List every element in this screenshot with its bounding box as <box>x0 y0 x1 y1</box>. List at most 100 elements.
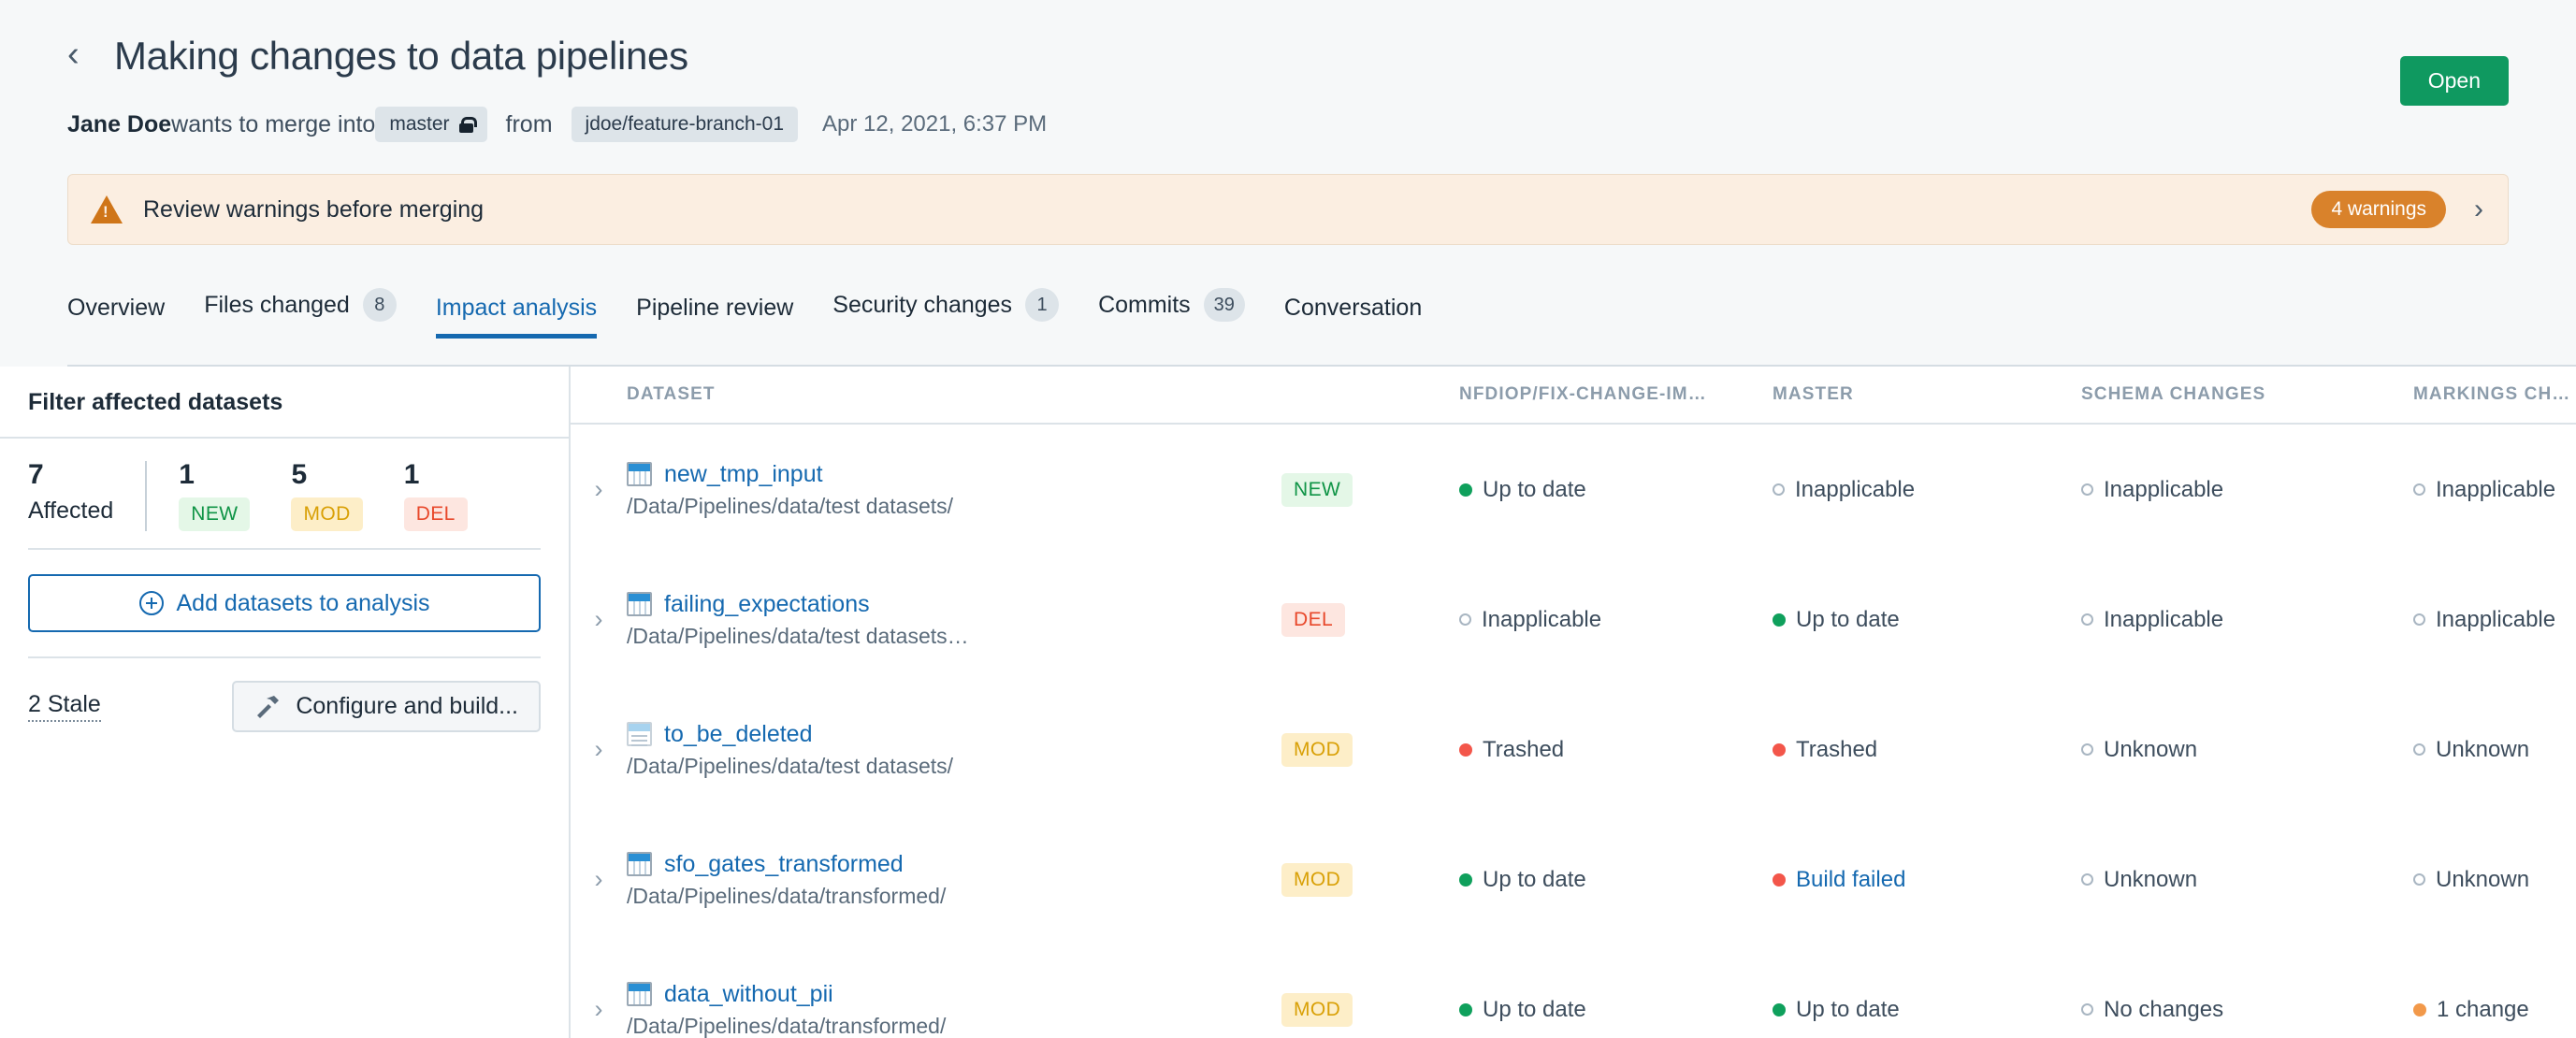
master-status: Inapplicable <box>1773 477 1915 503</box>
markings-changes-cell: Unknown <box>2413 737 2576 763</box>
tab-label: Overview <box>67 295 166 321</box>
row-expand-chevron-right-icon[interactable]: › <box>571 605 627 634</box>
table-row[interactable]: › failing_expectations/Data/Pipelines/dat… <box>571 555 2576 685</box>
branch-status: Inapplicable <box>1459 607 1601 633</box>
status-label: Trashed <box>1483 736 1565 762</box>
dataset-name-link[interactable]: new_tmp_input <box>664 461 823 488</box>
dataset-cell: to_be_deleted/Data/Pipelines/data/test d… <box>627 721 1281 779</box>
stale-row: 2 Stale Configure and build... <box>0 658 569 732</box>
master-status: Up to date <box>1773 997 1900 1023</box>
column-header-4: SCHEMA CHANGES <box>2081 384 2266 404</box>
dataset-name-row: data_without_pii <box>627 981 1281 1008</box>
tab-conversation[interactable]: Conversation <box>1284 295 1422 339</box>
master-status: Trashed <box>1773 737 1877 763</box>
dataset-name-row: new_tmp_input <box>627 461 1281 488</box>
table-row[interactable]: › to_be_deleted/Data/Pipelines/data/test … <box>571 685 2576 815</box>
status-label: Up to date <box>1796 996 1900 1022</box>
chip-label-mod: MOD <box>291 497 363 531</box>
schema-changes-cell: Inapplicable <box>2081 607 2413 633</box>
schema-changes-cell: No changes <box>2081 997 2413 1023</box>
dataset-cell: failing_expectations/Data/Pipelines/data… <box>627 591 1281 649</box>
status-dot-green <box>1459 1002 1472 1016</box>
master-status-cell: Up to date <box>1773 607 2081 633</box>
change-type-cell: NEW <box>1281 472 1459 507</box>
status-dot-hollow <box>2081 1003 2093 1016</box>
warning-triangle-icon <box>91 195 123 223</box>
dataset-cell: new_tmp_input/Data/Pipelines/data/test d… <box>627 461 1281 519</box>
status-dot-hollow <box>2413 483 2425 496</box>
status-label: No changes <box>2104 996 2224 1022</box>
chip-count: 1 <box>403 459 420 490</box>
chip-stat-mod[interactable]: 5 MOD <box>291 461 363 531</box>
master-status[interactable]: Build failed <box>1773 867 1905 893</box>
markings-status: Unknown <box>2413 737 2529 763</box>
datasets-table: DATASET NFDIOP/FIX-CHANGE-IM… MASTER SCHEMA… <box>571 367 2576 1038</box>
status-dot-hollow <box>2081 743 2093 756</box>
dataset-name-link[interactable]: to_be_deleted <box>664 721 812 748</box>
dataset-path: /Data/Pipelines/data/test datasets… <box>627 623 969 648</box>
status-label: Unknown <box>2104 736 2198 762</box>
status-label: Up to date <box>1483 996 1586 1022</box>
warning-chevron-right-icon[interactable]: › <box>2474 194 2483 225</box>
column-header-3: MASTER <box>1773 384 1854 404</box>
change-badge-mod: MOD <box>1281 862 1353 897</box>
row-expand-chevron-right-icon[interactable]: › <box>571 865 627 894</box>
table-row[interactable]: › new_tmp_input/Data/Pipelines/data/test … <box>571 425 2576 555</box>
tab-label: Conversation <box>1283 295 1423 321</box>
tab-label: Commits <box>1098 291 1191 318</box>
table-row[interactable]: › sfo_gates_transformed/Data/Pipelines/da… <box>571 815 2576 944</box>
open-button[interactable]: Open <box>2399 56 2509 106</box>
chip-stat-new[interactable]: 1 NEW <box>179 461 251 531</box>
master-status-cell: Trashed <box>1773 737 2081 763</box>
tab-label: Pipeline review <box>636 295 794 321</box>
target-branch-label: master <box>389 113 450 135</box>
merge-author: Jane Doe <box>67 110 172 137</box>
target-branch-pill[interactable]: master <box>375 107 487 142</box>
status-label: Build failed <box>1796 866 1906 892</box>
configure-and-build-button[interactable]: Configure and build... <box>232 681 541 732</box>
status-label: Inapplicable <box>2104 476 2224 502</box>
status-label: 1 change <box>2437 996 2529 1022</box>
row-expand-chevron-right-icon[interactable]: › <box>571 995 627 1024</box>
dataset-name-link[interactable]: sfo_gates_transformed <box>664 851 904 878</box>
warning-count-badge: 4 warnings <box>2311 191 2446 228</box>
back-chevron-icon[interactable]: ‹ <box>67 36 105 72</box>
tab-label: Files changed <box>204 291 350 318</box>
status-label: Unknown <box>2436 866 2530 892</box>
title-row: ‹ Making changes to data pipelines <box>67 34 2509 79</box>
column-header-0: DATASET <box>627 384 716 404</box>
add-datasets-button[interactable]: Add datasets to analysis <box>28 574 541 632</box>
stale-count-link[interactable]: 2 Stale <box>28 691 101 722</box>
tab-impact-analysis[interactable]: Impact analysis <box>435 295 598 339</box>
lock-icon <box>458 116 477 133</box>
status-label: Up to date <box>1483 866 1586 892</box>
schema-changes-cell: Unknown <box>2081 867 2413 893</box>
tab-pipeline-review[interactable]: Pipeline review <box>636 295 793 339</box>
tab-overview[interactable]: Overview <box>67 295 165 339</box>
filter-sidebar: Filter affected datasets 7 Affected 1 NEW… <box>0 367 571 1038</box>
warning-banner[interactable]: Review warnings before merging 4 warning… <box>67 174 2509 245</box>
plus-circle-icon <box>138 591 164 615</box>
column-header-2: NFDIOP/FIX-CHANGE-IM… <box>1459 384 1707 404</box>
markings-status: Unknown <box>2413 867 2529 893</box>
status-label: Trashed <box>1796 736 1878 762</box>
markings-status: Inapplicable <box>2413 607 2555 633</box>
tab-files-changed[interactable]: Files changed 8 <box>204 288 397 339</box>
change-badge-mod: MOD <box>1281 732 1353 767</box>
status-label: Inapplicable <box>1795 476 1916 502</box>
source-branch-pill[interactable]: jdoe/feature-branch-01 <box>571 107 799 142</box>
table-row[interactable]: › data_without_pii/Data/Pipelines/data/tr… <box>571 944 2576 1038</box>
row-expand-chevron-right-icon[interactable]: › <box>571 735 627 764</box>
tab-label: Security changes <box>832 291 1013 318</box>
row-expand-chevron-right-icon[interactable]: › <box>571 475 627 504</box>
status-dot-hollow <box>2413 743 2425 756</box>
dataset-cell: sfo_gates_transformed/Data/Pipelines/dat… <box>627 851 1281 909</box>
status-dot-hollow <box>2081 873 2093 886</box>
dataset-name-link[interactable]: failing_expectations <box>664 591 870 618</box>
tab-commits[interactable]: Commits 39 <box>1098 288 1245 339</box>
dataset-table-icon <box>627 982 652 1006</box>
chip-stat-del[interactable]: 1 DEL <box>403 459 468 531</box>
schema-status: Unknown <box>2081 867 2197 893</box>
dataset-name-link[interactable]: data_without_pii <box>664 981 833 1008</box>
tab-security-changes[interactable]: Security changes 1 <box>832 288 1060 339</box>
